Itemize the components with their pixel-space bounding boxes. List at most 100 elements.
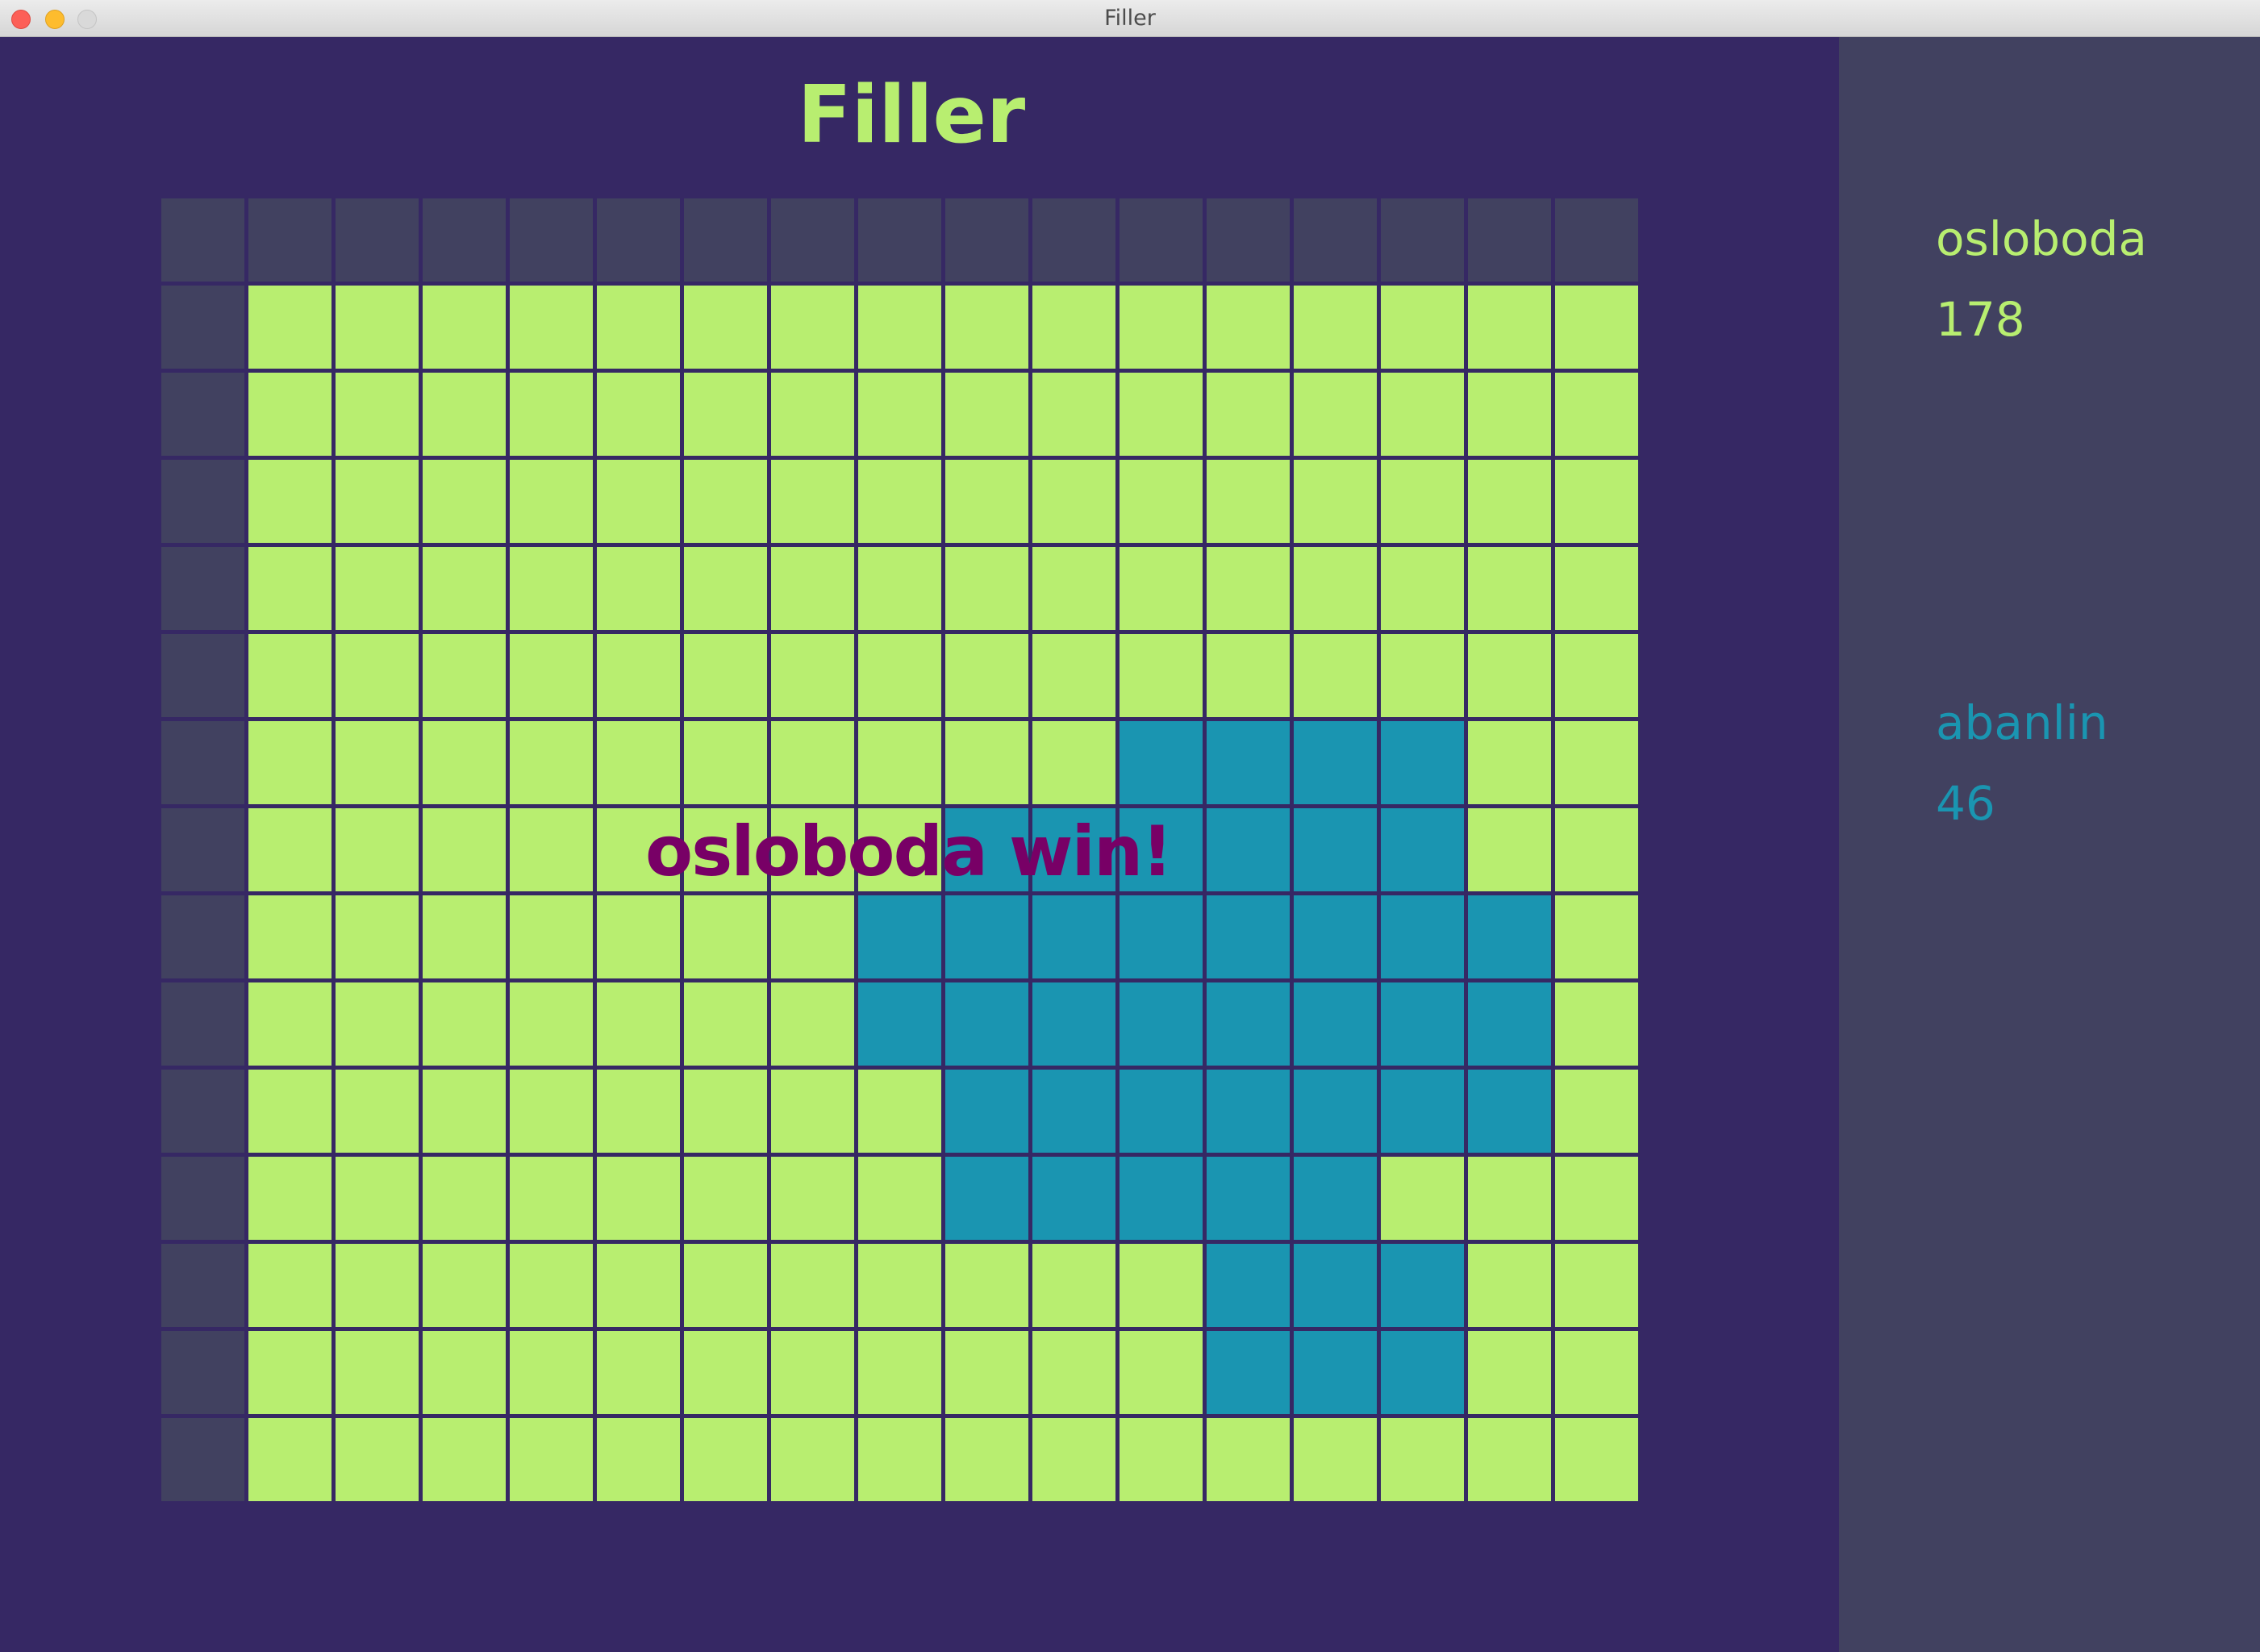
- empty-cell: [1120, 198, 1203, 282]
- player-1-cell: [1468, 1331, 1551, 1414]
- player-1-cell: [336, 721, 419, 804]
- player-1-cell: [1120, 286, 1203, 369]
- player-1-cell: [1555, 982, 1638, 1066]
- player-1-cell: [1120, 547, 1203, 630]
- player-1-cell: [248, 373, 331, 456]
- player-1-cell: [423, 982, 506, 1066]
- empty-cell: [161, 1418, 244, 1501]
- player-1-cell: [510, 286, 593, 369]
- player-1-cell: [336, 1244, 419, 1327]
- player-1-cell: [771, 895, 854, 978]
- player-1-cell: [510, 895, 593, 978]
- player-1-cell: [1120, 373, 1203, 456]
- player-2-cell: [1207, 1070, 1290, 1153]
- player-2-cell: [1032, 1157, 1115, 1240]
- player-1-cell: [858, 634, 941, 717]
- empty-cell: [161, 547, 244, 630]
- player-1-cell: [1555, 1418, 1638, 1501]
- score-sidebar: osloboda 178 abanlin 46: [1839, 37, 2260, 1652]
- player-1-cell: [597, 1418, 680, 1501]
- player-1-cell: [1555, 808, 1638, 891]
- player-1-cell: [1555, 1070, 1638, 1153]
- player-2-cell: [945, 982, 1028, 1066]
- player-1-cell: [248, 460, 331, 543]
- player-1-cell: [336, 634, 419, 717]
- empty-cell: [858, 198, 941, 282]
- player-1-cell: [945, 1331, 1028, 1414]
- player-1-cell: [423, 721, 506, 804]
- player-1-cell: [423, 1331, 506, 1414]
- window-title: Filler: [1104, 6, 1156, 31]
- player-1-cell: [1207, 634, 1290, 717]
- player-1-cell: [1468, 547, 1551, 630]
- player-1-cell: [858, 373, 941, 456]
- player-1-cell: [771, 721, 854, 804]
- player-1-cell: [771, 286, 854, 369]
- player-1-name: osloboda: [1936, 211, 2147, 266]
- empty-cell: [161, 373, 244, 456]
- empty-cell: [684, 198, 767, 282]
- empty-cell: [161, 286, 244, 369]
- player-1-cell: [771, 1418, 854, 1501]
- player-1-cell: [423, 1157, 506, 1240]
- player-2-cell: [1381, 982, 1464, 1066]
- player-1-cell: [771, 1157, 854, 1240]
- player-1-cell: [336, 1331, 419, 1414]
- player-1-cell: [248, 547, 331, 630]
- player-2-cell: [1381, 721, 1464, 804]
- player-1-cell: [1294, 373, 1377, 456]
- empty-cell: [161, 198, 244, 282]
- player-1-cell: [510, 373, 593, 456]
- player-1-cell: [510, 1070, 593, 1153]
- empty-cell: [945, 198, 1028, 282]
- empty-cell: [161, 634, 244, 717]
- player-1-cell: [248, 1331, 331, 1414]
- player-1-cell: [1468, 1157, 1551, 1240]
- player-1-cell: [1468, 373, 1551, 456]
- player-1-cell: [1468, 1418, 1551, 1501]
- player-1-cell: [423, 808, 506, 891]
- player-1-cell: [510, 982, 593, 1066]
- player-1-cell: [597, 1157, 680, 1240]
- player-1-cell: [1294, 547, 1377, 630]
- player-2-cell: [1207, 1331, 1290, 1414]
- game-title: Filler: [797, 69, 1026, 161]
- player-2-cell: [1207, 721, 1290, 804]
- player-2-cell: [1207, 982, 1290, 1066]
- player-2-cell: [1120, 1157, 1203, 1240]
- player-1-cell: [1381, 460, 1464, 543]
- player-2-cell: [1207, 1157, 1290, 1240]
- player-1-cell: [684, 373, 767, 456]
- player-1-cell: [597, 982, 680, 1066]
- player-1-cell: [1381, 547, 1464, 630]
- player-1-cell: [336, 895, 419, 978]
- player-1-cell: [1207, 460, 1290, 543]
- player-2-cell: [1381, 808, 1464, 891]
- player-2-cell: [945, 1070, 1028, 1153]
- player-1-cell: [858, 1418, 941, 1501]
- player-1-cell: [684, 982, 767, 1066]
- player-1-cell: [597, 1331, 680, 1414]
- player-2-cell: [1381, 1070, 1464, 1153]
- player-1-cell: [945, 460, 1028, 543]
- player-1-cell: [684, 286, 767, 369]
- player-2-cell: [1032, 1070, 1115, 1153]
- player-1-cell: [1468, 808, 1551, 891]
- player-2-cell: [1207, 1244, 1290, 1327]
- player-1-cell: [1468, 1244, 1551, 1327]
- player-1-cell: [684, 721, 767, 804]
- player-1-cell: [510, 1418, 593, 1501]
- player-1-cell: [1555, 460, 1638, 543]
- player-2-cell: [1120, 895, 1203, 978]
- player-1-cell: [945, 634, 1028, 717]
- player-1-cell: [248, 982, 331, 1066]
- player-1-cell: [1120, 634, 1203, 717]
- player-1-cell: [423, 1070, 506, 1153]
- player-1-cell: [597, 895, 680, 978]
- player-2-cell: [1468, 982, 1551, 1066]
- player-1-cell: [1032, 373, 1115, 456]
- player-1-cell: [336, 547, 419, 630]
- player-2-cell: [1294, 895, 1377, 978]
- player-1-cell: [1294, 634, 1377, 717]
- player-1-cell: [858, 721, 941, 804]
